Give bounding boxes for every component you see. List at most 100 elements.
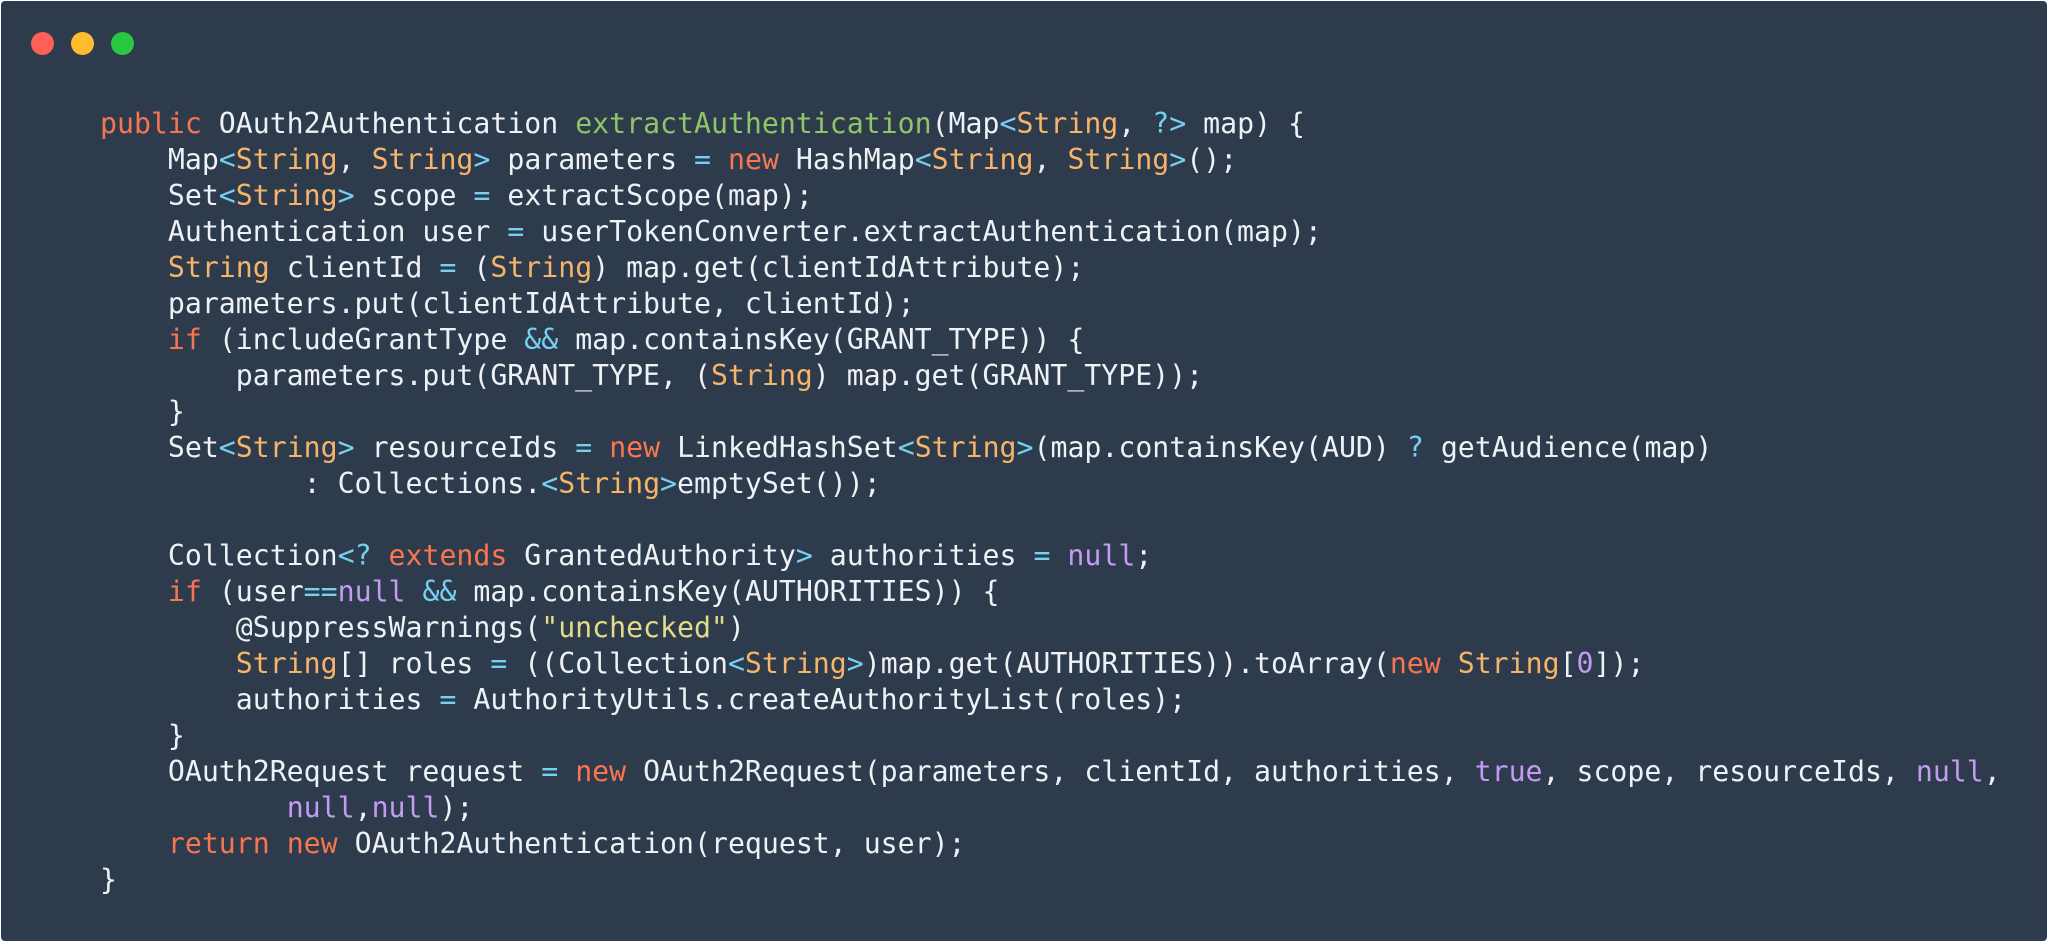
code-token-keyword: extends (388, 539, 508, 572)
code-block: public OAuth2Authentication extractAuthe… (100, 106, 2001, 898)
code-token-type: String (914, 431, 1017, 464)
code-token-plain: [ (1559, 647, 1577, 680)
code-token-constant: null (1915, 755, 1984, 788)
code-token-constant: null (286, 791, 355, 824)
code-token-plain: parameters.put(GRANT_TYPE, ( (100, 359, 711, 392)
code-line: String clientId = (String) map.get(clien… (100, 250, 2001, 286)
code-token-operator: > (660, 467, 678, 500)
code-token-type: String (710, 359, 813, 392)
maximize-dot-icon[interactable] (111, 32, 134, 55)
minimize-dot-icon[interactable] (71, 32, 94, 55)
code-token-operator: < (218, 431, 236, 464)
code-token-operator: = (507, 215, 525, 248)
code-token-plain: ) map.get(GRANT_TYPE)); (812, 359, 1204, 392)
code-line: } (100, 394, 2001, 430)
code-line: : Collections.<String>emptySet()); (100, 466, 2001, 502)
code-token-plain: , (1983, 755, 2001, 788)
code-token-type: String (744, 647, 847, 680)
code-token-plain: authorities (100, 683, 440, 716)
code-line: parameters.put(clientIdAttribute, client… (100, 286, 2001, 322)
code-token-plain: map.containsKey(GRANT_TYPE)) { (558, 323, 1085, 356)
code-token-type: String (1067, 143, 1170, 176)
code-token-constant: null (1067, 539, 1136, 572)
code-token-keyword: new (728, 143, 779, 176)
code-token-operator: = (1033, 539, 1051, 572)
code-token-plain: ) map.get(clientIdAttribute); (592, 251, 1085, 284)
code-token-plain: scope (354, 179, 474, 212)
code-window: public OAuth2Authentication extractAuthe… (1, 1, 2047, 941)
code-token-operator: > (1169, 143, 1187, 176)
code-line: Collection<? extends GrantedAuthority> a… (100, 538, 2001, 574)
code-token-plain: Set (100, 431, 219, 464)
code-token-type: String (490, 251, 593, 284)
code-token-plain: , (354, 791, 372, 824)
code-token-operator: ? (1406, 431, 1424, 464)
code-token-plain: getAudience(map) (1423, 431, 1713, 464)
code-token-type: String (235, 179, 338, 212)
code-token-operator: = (439, 251, 457, 284)
code-token-keyword: new (575, 755, 627, 788)
code-token-plain: LinkedHashSet (660, 431, 898, 464)
code-token-operator: = (694, 143, 712, 176)
code-token-operator: = (439, 683, 457, 716)
code-token-constant: null (337, 575, 406, 608)
code-token-plain: } (100, 719, 185, 752)
code-token-operator: && (524, 323, 559, 356)
code-line: Set<String> resourceIds = new LinkedHash… (100, 430, 2001, 466)
code-token-plain: ; (1135, 539, 1153, 572)
code-token-keyword: new (609, 431, 661, 464)
code-token-plain: (Map (931, 107, 1000, 140)
code-token-plain: ); (439, 791, 474, 824)
code-token-keyword: if (167, 575, 202, 608)
code-token-plain: (user (201, 575, 304, 608)
code-token-operator: < (541, 467, 559, 500)
code-token-plain: OAuth2Authentication(request, user); (337, 827, 966, 860)
close-dot-icon[interactable] (31, 32, 54, 55)
code-token-operator: > (1016, 431, 1034, 464)
code-token-plain: , scope, resourceIds, (1542, 755, 1916, 788)
code-token-plain: emptySet()); (677, 467, 881, 500)
code-line: if (includeGrantType && map.containsKey(… (100, 322, 2001, 358)
code-token-operator: = (575, 431, 593, 464)
code-token-plain: ((Collection (507, 647, 728, 680)
code-token-function: extractAuthentication (575, 107, 932, 140)
code-token-keyword: if (167, 323, 202, 356)
code-token-operator: > (795, 539, 813, 572)
window-controls (31, 32, 134, 55)
code-token-plain: OAuth2Authentication (201, 107, 576, 140)
code-token-plain: AuthorityUtils.createAuthorityList(roles… (456, 683, 1187, 716)
code-token-operator: ?> (1152, 107, 1187, 140)
code-token-plain: map.containsKey(AUTHORITIES)) { (456, 575, 1000, 608)
code-token-operator: < (218, 179, 236, 212)
code-token-plain: map) { (1186, 107, 1305, 140)
code-token-plain: OAuth2Request request (100, 755, 542, 788)
code-token-constant: 0 (1576, 647, 1594, 680)
code-line: authorities = AuthorityUtils.createAutho… (100, 682, 2001, 718)
code-line: Authentication user = userTokenConverter… (100, 214, 2001, 250)
code-token-plain: , (1118, 107, 1153, 140)
code-token-operator: = (541, 755, 559, 788)
code-line: parameters.put(GRANT_TYPE, (String) map.… (100, 358, 2001, 394)
code-token-plain: parameters (490, 143, 695, 176)
code-token-plain: , (337, 143, 372, 176)
code-token-plain: Authentication user (100, 215, 508, 248)
code-line: public OAuth2Authentication extractAuthe… (100, 106, 2001, 142)
code-token-operator: < (914, 143, 932, 176)
code-token-string: "unchecked" (541, 611, 728, 644)
code-token-plain: authorities (812, 539, 1034, 572)
code-line: if (user==null && map.containsKey(AUTHOR… (100, 574, 2001, 610)
code-token-plain: , (1033, 143, 1068, 176)
code-token-plain: Set (100, 179, 219, 212)
